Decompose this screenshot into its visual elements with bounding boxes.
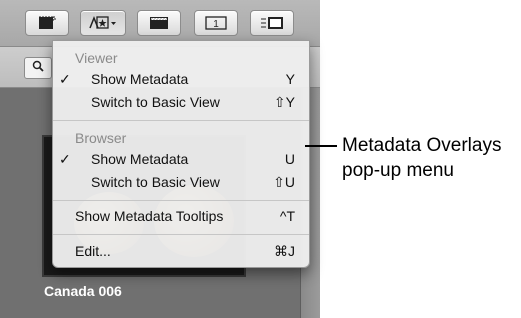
viewer-display-icon [38, 16, 56, 30]
metadata-overlays-icon [88, 15, 118, 31]
callout-label-line: Metadata Overlays [342, 135, 502, 156]
viewer-display-button[interactable] [25, 10, 69, 36]
menu-item-metadata-tooltips[interactable]: Show Metadata Tooltips ^T [53, 206, 309, 228]
single-view-button[interactable]: 1 [194, 10, 238, 36]
menu-item-label: Switch to Basic View [91, 94, 220, 110]
callout-label: Metadata Overlays pop-up menu [342, 133, 501, 183]
menu-item-browser-basic-view[interactable]: Switch to Basic View ⇧U [53, 172, 309, 194]
menu-item-edit[interactable]: Edit... ⌘J [53, 241, 309, 263]
svg-text:1: 1 [213, 19, 219, 30]
callout-leader-line [305, 145, 337, 147]
menu-separator [53, 234, 309, 235]
metadata-overlays-button[interactable] [80, 10, 126, 36]
filmstrip-button[interactable] [137, 10, 181, 36]
search-button[interactable] [24, 57, 52, 79]
menu-item-shortcut: ^T [279, 208, 295, 224]
menu-item-shortcut: ⇧U [273, 174, 295, 190]
menu-separator [53, 200, 309, 201]
menu-item-label: Show Metadata Tooltips [75, 208, 224, 224]
callout-label-line: pop-up menu [342, 160, 454, 181]
search-icon [32, 59, 44, 77]
menu-item-label: Edit... [75, 243, 111, 259]
menu-section-browser: Browser [75, 130, 127, 146]
list-view-icon [260, 16, 284, 30]
checkmark-icon: ✓ [59, 71, 71, 87]
menu-item-browser-show-metadata[interactable]: ✓ Show Metadata U [53, 149, 309, 171]
menu-item-viewer-show-metadata[interactable]: ✓ Show Metadata Y [53, 69, 309, 91]
menu-item-viewer-basic-view[interactable]: Switch to Basic View ⇧Y [53, 92, 309, 114]
menu-separator [53, 120, 309, 121]
thumbnail-caption: Canada 006 [44, 283, 122, 299]
metadata-overlays-popup-menu: Viewer ✓ Show Metadata Y Switch to Basic… [52, 40, 310, 268]
filmstrip-icon [149, 16, 169, 30]
checkmark-icon: ✓ [59, 151, 71, 167]
menu-item-label: Show Metadata [91, 151, 189, 167]
menu-item-shortcut: ⌘J [274, 243, 295, 259]
menu-item-shortcut: ⇧Y [273, 94, 295, 110]
single-view-icon: 1 [205, 16, 227, 30]
menu-item-shortcut: U [284, 151, 295, 167]
list-view-button[interactable] [250, 10, 294, 36]
menu-item-label: Switch to Basic View [91, 174, 220, 190]
menu-section-viewer: Viewer [75, 50, 118, 66]
menu-item-label: Show Metadata [91, 71, 189, 87]
menu-item-shortcut: Y [285, 71, 295, 87]
